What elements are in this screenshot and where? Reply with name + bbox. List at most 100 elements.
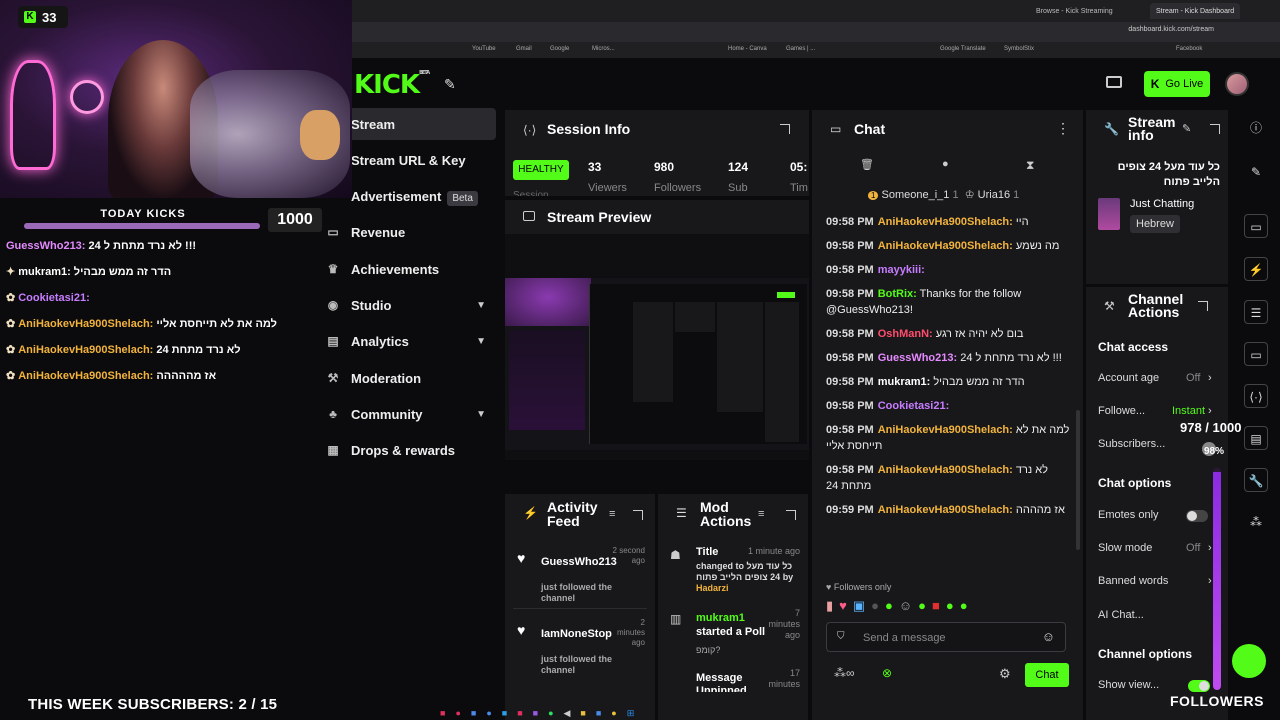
- chat-username[interactable]: mayykiii:: [878, 264, 925, 276]
- chat-username[interactable]: AniHaokevHa900Shelach:: [878, 464, 1013, 476]
- emoji-icon[interactable]: ☺: [1042, 629, 1055, 644]
- category-name[interactable]: Just Chatting: [1130, 198, 1194, 210]
- bookmark-item[interactable]: Gmail: [516, 46, 532, 52]
- chat-username[interactable]: OshManN:: [878, 328, 933, 340]
- emote-bar[interactable]: ▮ ♥ ▣ ● ● ☺ ● ■ ● ●: [826, 598, 1070, 616]
- account-age-row[interactable]: Account age Off ›: [1098, 372, 1224, 384]
- sidebar-item-community[interactable]: ♣ Community ▼: [308, 398, 496, 430]
- bookmark-item[interactable]: SymbolStix: [1004, 46, 1034, 52]
- tab-browse[interactable]: Browse - Kick Streaming: [1030, 3, 1119, 19]
- bookmark-item[interactable]: Facebook: [1176, 46, 1202, 52]
- points-icon[interactable]: ⁂∞: [834, 666, 855, 680]
- preview-icon[interactable]: ▭: [1244, 214, 1268, 238]
- emotes-only-toggle[interactable]: [1186, 510, 1208, 522]
- filter-icon[interactable]: ≡: [609, 508, 615, 520]
- popout-icon[interactable]: [786, 510, 796, 520]
- kick-coin-icon[interactable]: ⊗: [882, 666, 892, 680]
- slow-mode-row[interactable]: Slow mode Off ›: [1098, 542, 1224, 554]
- activity-user[interactable]: IamNoneStop: [541, 628, 612, 640]
- lightning-icon[interactable]: ⚡: [1244, 257, 1268, 281]
- chat-message[interactable]: 09:58 PM AniHaokevHa900Shelach: למה את לא…: [826, 422, 1070, 454]
- chat-username[interactable]: Cookietasi21:: [878, 400, 950, 412]
- activity-user[interactable]: GuessWho213: [541, 556, 617, 568]
- app-icon[interactable]: ◀: [564, 708, 571, 719]
- chat-username[interactable]: BotRix:: [878, 288, 917, 300]
- more-icon[interactable]: ⋮: [1056, 120, 1070, 137]
- app-icon[interactable]: ●: [548, 708, 553, 719]
- chat-scrollbar[interactable]: [1076, 410, 1080, 550]
- chat-username[interactable]: mukram1:: [878, 376, 931, 388]
- chat-message[interactable]: 09:58 PM mayykiii:: [826, 262, 1070, 278]
- bookmark-item[interactable]: Home - Canva: [728, 46, 767, 52]
- app-icon[interactable]: ■: [471, 708, 476, 719]
- chat-username[interactable]: AniHaokevHa900Shelach:: [878, 504, 1013, 516]
- ai-chat-row[interactable]: AI Chat...: [1098, 609, 1224, 621]
- connections-icon[interactable]: ⁂: [1244, 510, 1268, 534]
- go-live-button[interactable]: K Go Live: [1144, 71, 1210, 97]
- app-icon[interactable]: ■: [596, 708, 601, 719]
- bookmark-item[interactable]: Micros...: [592, 46, 615, 52]
- chat-message[interactable]: 09:58 PM BotRix: Thanks for the follow @G…: [826, 286, 1070, 318]
- app-icon[interactable]: ■: [533, 708, 538, 719]
- app-icon[interactable]: ■: [517, 708, 522, 719]
- filter-icon[interactable]: ≡: [758, 508, 764, 520]
- sidebar-item-studio[interactable]: ◉ Studio ▼: [308, 289, 496, 321]
- category-thumbnail[interactable]: [1098, 198, 1120, 230]
- chat-message[interactable]: 09:58 PM GuessWho213: לא נרד מתחת ל 24 !!…: [826, 350, 1070, 366]
- chat-icon[interactable]: ▭: [1244, 342, 1268, 366]
- send-chat-button[interactable]: Chat: [1025, 663, 1069, 687]
- sidebar-item-analytics[interactable]: ▤ Analytics ▼: [308, 325, 496, 357]
- bubble-icon[interactable]: ●: [942, 158, 949, 170]
- wrench-icon[interactable]: 🔧: [1244, 468, 1268, 492]
- display-icon[interactable]: [1106, 76, 1122, 88]
- chat-username[interactable]: AniHaokevHa900Shelach:: [878, 424, 1013, 436]
- bookmark-item[interactable]: Google: [550, 46, 569, 52]
- chat-username[interactable]: AniHaokevHa900Shelach:: [878, 240, 1013, 252]
- hourglass-icon[interactable]: ⧗: [1026, 158, 1034, 173]
- show-viewers-toggle[interactable]: [1188, 680, 1210, 692]
- chat-message[interactable]: 09:59 PM AniHaokevHa900Shelach: אז מהההה: [826, 502, 1070, 518]
- bookmark-item[interactable]: YouTube: [472, 46, 496, 52]
- followers-row[interactable]: Followe... Instant ›: [1098, 405, 1224, 417]
- edit-icon[interactable]: ✎: [1182, 122, 1191, 135]
- address-bar[interactable]: dashboard.kick.com/stream: [350, 22, 1280, 42]
- trash-icon[interactable]: 🗑: [860, 158, 874, 171]
- chat-message[interactable]: 09:58 PM AniHaokevHa900Shelach: מה נשמע: [826, 238, 1070, 254]
- gear-icon[interactable]: ⚙: [999, 666, 1011, 682]
- chat-username[interactable]: GuessWho213:: [878, 352, 957, 364]
- sidebar-item-moderation[interactable]: ⚒ Moderation: [308, 362, 496, 394]
- banned-words-row[interactable]: Banned words ›: [1098, 575, 1224, 587]
- chat-message[interactable]: 09:58 PM AniHaokevHa900Shelach: היי: [826, 214, 1070, 230]
- folder-icon[interactable]: ■: [580, 708, 585, 719]
- windows-icon[interactable]: ⊞: [627, 708, 635, 719]
- pin-icon[interactable]: ✎: [444, 76, 456, 93]
- app-icon[interactable]: ●: [486, 708, 491, 719]
- session-icon[interactable]: ⟨·⟩: [1244, 384, 1268, 408]
- chat-message[interactable]: 09:58 PM OshManN: בום לא יהיה אז רגע: [826, 326, 1070, 342]
- sidebar-item-drops[interactable]: ▦ Drops & rewards: [308, 434, 496, 466]
- tab-dashboard[interactable]: Stream - Kick Dashboard: [1150, 3, 1241, 19]
- app-icon[interactable]: ●: [455, 708, 460, 719]
- popout-icon[interactable]: [1210, 124, 1220, 134]
- list-icon[interactable]: ☰: [1244, 300, 1268, 324]
- bookmark-item[interactable]: Games | ...: [786, 46, 815, 52]
- chat-message[interactable]: 09:58 PM AniHaokevHa900Shelach: לא נרד מת…: [826, 462, 1070, 494]
- bookmark-item[interactable]: Google Translate: [940, 46, 986, 52]
- sidebar-item-revenue[interactable]: ▭ Revenue: [308, 216, 496, 248]
- chat-username[interactable]: AniHaokevHa900Shelach:: [878, 216, 1013, 228]
- stream-preview-video[interactable]: [505, 278, 809, 450]
- pencil-icon[interactable]: ✎: [1244, 160, 1268, 184]
- kick-logo[interactable]: KICKBETA: [354, 70, 430, 100]
- sidebar-item-achievements[interactable]: ♛ Achievements: [308, 253, 496, 285]
- panel-icon[interactable]: ▤: [1244, 426, 1268, 450]
- avatar[interactable]: [1225, 72, 1249, 96]
- popout-icon[interactable]: [1198, 301, 1208, 311]
- popout-icon[interactable]: [633, 510, 643, 520]
- info-icon[interactable]: ⓘ: [1244, 116, 1268, 140]
- app-icon[interactable]: ■: [440, 708, 445, 719]
- chat-input[interactable]: ⛉ Send a message ☺: [826, 622, 1066, 652]
- popout-icon[interactable]: [780, 124, 790, 134]
- chat-message[interactable]: 09:58 PM mukram1: הדר זה ממש מבהיל: [826, 374, 1070, 390]
- app-icon[interactable]: ■: [502, 708, 507, 719]
- chat-message[interactable]: 09:58 PM Cookietasi21:: [826, 398, 1070, 414]
